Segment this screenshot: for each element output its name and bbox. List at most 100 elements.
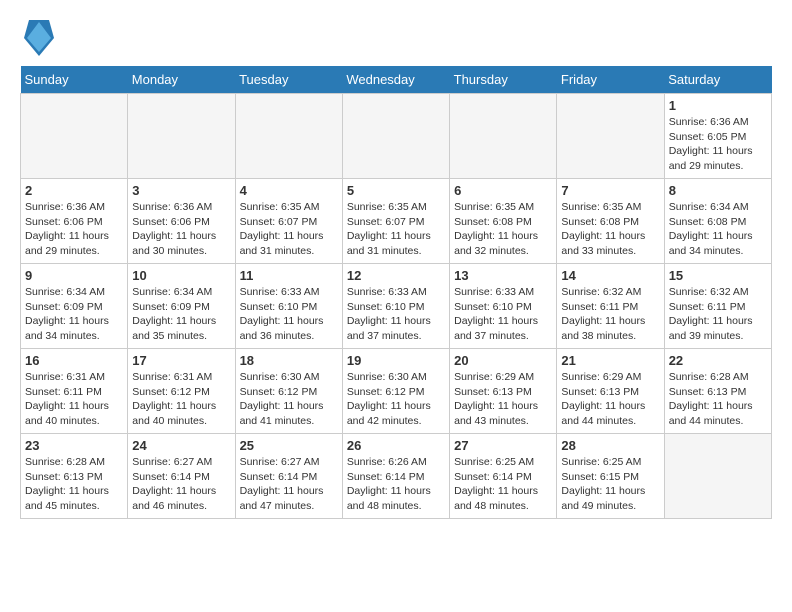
calendar-cell: 3 Sunrise: 6:36 AM Sunset: 6:06 PM Daylig…: [128, 179, 235, 264]
calendar-cell: [664, 434, 771, 519]
day-info: Sunrise: 6:28 AM Sunset: 6:13 PM Dayligh…: [25, 455, 123, 514]
day-number: 14: [561, 268, 659, 283]
day-info: Sunrise: 6:30 AM Sunset: 6:12 PM Dayligh…: [240, 370, 338, 429]
calendar-cell: 6 Sunrise: 6:35 AM Sunset: 6:08 PM Daylig…: [450, 179, 557, 264]
calendar-cell: 5 Sunrise: 6:35 AM Sunset: 6:07 PM Daylig…: [342, 179, 449, 264]
calendar-cell: 22 Sunrise: 6:28 AM Sunset: 6:13 PM Dayli…: [664, 349, 771, 434]
calendar-cell: 27 Sunrise: 6:25 AM Sunset: 6:14 PM Dayli…: [450, 434, 557, 519]
calendar-cell: 23 Sunrise: 6:28 AM Sunset: 6:13 PM Dayli…: [21, 434, 128, 519]
calendar-week-row: 9 Sunrise: 6:34 AM Sunset: 6:09 PM Daylig…: [21, 264, 772, 349]
calendar-week-row: 16 Sunrise: 6:31 AM Sunset: 6:11 PM Dayli…: [21, 349, 772, 434]
calendar-cell: 20 Sunrise: 6:29 AM Sunset: 6:13 PM Dayli…: [450, 349, 557, 434]
logo-icon: [24, 20, 54, 56]
calendar-cell: 13 Sunrise: 6:33 AM Sunset: 6:10 PM Dayli…: [450, 264, 557, 349]
calendar-cell: 25 Sunrise: 6:27 AM Sunset: 6:14 PM Dayli…: [235, 434, 342, 519]
day-number: 6: [454, 183, 552, 198]
calendar-table: SundayMondayTuesdayWednesdayThursdayFrid…: [20, 66, 772, 519]
calendar-header-row: SundayMondayTuesdayWednesdayThursdayFrid…: [21, 66, 772, 94]
calendar-week-row: 23 Sunrise: 6:28 AM Sunset: 6:13 PM Dayli…: [21, 434, 772, 519]
weekday-header-saturday: Saturday: [664, 66, 771, 94]
day-number: 5: [347, 183, 445, 198]
day-info: Sunrise: 6:35 AM Sunset: 6:07 PM Dayligh…: [347, 200, 445, 259]
calendar-cell: [557, 94, 664, 179]
day-number: 11: [240, 268, 338, 283]
weekday-header-sunday: Sunday: [21, 66, 128, 94]
day-number: 16: [25, 353, 123, 368]
day-number: 2: [25, 183, 123, 198]
calendar-cell: 24Sunrise: 6:27 AM Sunset: 6:14 PM Dayli…: [128, 434, 235, 519]
day-number: 27: [454, 438, 552, 453]
day-info: Sunrise: 6:28 AM Sunset: 6:13 PM Dayligh…: [669, 370, 767, 429]
day-info: Sunrise: 6:30 AM Sunset: 6:12 PM Dayligh…: [347, 370, 445, 429]
day-info: Sunrise: 6:27 AM Sunset: 6:14 PM Dayligh…: [240, 455, 338, 514]
day-number: 1: [669, 98, 767, 113]
day-info: Sunrise: 6:31 AM Sunset: 6:12 PM Dayligh…: [132, 370, 230, 429]
day-info: Sunrise: 6:25 AM Sunset: 6:15 PM Dayligh…: [561, 455, 659, 514]
day-number: 17: [132, 353, 230, 368]
day-number: 23: [25, 438, 123, 453]
day-info: Sunrise: 6:29 AM Sunset: 6:13 PM Dayligh…: [454, 370, 552, 429]
weekday-header-friday: Friday: [557, 66, 664, 94]
day-info: Sunrise: 6:36 AM Sunset: 6:06 PM Dayligh…: [25, 200, 123, 259]
calendar-cell: [342, 94, 449, 179]
day-info: Sunrise: 6:34 AM Sunset: 6:09 PM Dayligh…: [132, 285, 230, 344]
calendar-cell: 15 Sunrise: 6:32 AM Sunset: 6:11 PM Dayli…: [664, 264, 771, 349]
day-number: 7: [561, 183, 659, 198]
page-header: [20, 20, 772, 56]
day-number: 24: [132, 438, 230, 453]
calendar-cell: 21 Sunrise: 6:29 AM Sunset: 6:13 PM Dayli…: [557, 349, 664, 434]
calendar-cell: 11 Sunrise: 6:33 AM Sunset: 6:10 PM Dayli…: [235, 264, 342, 349]
day-info: Sunrise: 6:25 AM Sunset: 6:14 PM Dayligh…: [454, 455, 552, 514]
calendar-cell: 26 Sunrise: 6:26 AM Sunset: 6:14 PM Dayli…: [342, 434, 449, 519]
day-info: Sunrise: 6:34 AM Sunset: 6:09 PM Dayligh…: [25, 285, 123, 344]
calendar-cell: 16 Sunrise: 6:31 AM Sunset: 6:11 PM Dayli…: [21, 349, 128, 434]
day-number: 25: [240, 438, 338, 453]
day-number: 8: [669, 183, 767, 198]
calendar-cell: 28 Sunrise: 6:25 AM Sunset: 6:15 PM Dayli…: [557, 434, 664, 519]
calendar-cell: 19Sunrise: 6:30 AM Sunset: 6:12 PM Dayli…: [342, 349, 449, 434]
day-number: 22: [669, 353, 767, 368]
calendar-week-row: 2 Sunrise: 6:36 AM Sunset: 6:06 PM Daylig…: [21, 179, 772, 264]
day-number: 12: [347, 268, 445, 283]
day-number: 21: [561, 353, 659, 368]
day-info: Sunrise: 6:36 AM Sunset: 6:06 PM Dayligh…: [132, 200, 230, 259]
day-number: 9: [25, 268, 123, 283]
calendar-cell: 9 Sunrise: 6:34 AM Sunset: 6:09 PM Daylig…: [21, 264, 128, 349]
day-number: 13: [454, 268, 552, 283]
calendar-cell: 12 Sunrise: 6:33 AM Sunset: 6:10 PM Dayli…: [342, 264, 449, 349]
calendar-cell: [450, 94, 557, 179]
day-number: 26: [347, 438, 445, 453]
calendar-cell: 4 Sunrise: 6:35 AM Sunset: 6:07 PM Daylig…: [235, 179, 342, 264]
calendar-week-row: 1 Sunrise: 6:36 AM Sunset: 6:05 PM Daylig…: [21, 94, 772, 179]
day-info: Sunrise: 6:33 AM Sunset: 6:10 PM Dayligh…: [347, 285, 445, 344]
calendar-cell: [235, 94, 342, 179]
day-info: Sunrise: 6:32 AM Sunset: 6:11 PM Dayligh…: [561, 285, 659, 344]
day-info: Sunrise: 6:31 AM Sunset: 6:11 PM Dayligh…: [25, 370, 123, 429]
logo: [20, 20, 54, 56]
day-number: 4: [240, 183, 338, 198]
calendar-cell: 10Sunrise: 6:34 AM Sunset: 6:09 PM Dayli…: [128, 264, 235, 349]
calendar-cell: 1 Sunrise: 6:36 AM Sunset: 6:05 PM Daylig…: [664, 94, 771, 179]
calendar-cell: [21, 94, 128, 179]
calendar-cell: 18Sunrise: 6:30 AM Sunset: 6:12 PM Dayli…: [235, 349, 342, 434]
day-info: Sunrise: 6:33 AM Sunset: 6:10 PM Dayligh…: [454, 285, 552, 344]
weekday-header-wednesday: Wednesday: [342, 66, 449, 94]
calendar-cell: [128, 94, 235, 179]
day-info: Sunrise: 6:26 AM Sunset: 6:14 PM Dayligh…: [347, 455, 445, 514]
day-info: Sunrise: 6:35 AM Sunset: 6:07 PM Dayligh…: [240, 200, 338, 259]
weekday-header-thursday: Thursday: [450, 66, 557, 94]
day-info: Sunrise: 6:33 AM Sunset: 6:10 PM Dayligh…: [240, 285, 338, 344]
day-info: Sunrise: 6:36 AM Sunset: 6:05 PM Dayligh…: [669, 115, 767, 174]
day-info: Sunrise: 6:35 AM Sunset: 6:08 PM Dayligh…: [454, 200, 552, 259]
calendar-cell: 7Sunrise: 6:35 AM Sunset: 6:08 PM Daylig…: [557, 179, 664, 264]
day-number: 15: [669, 268, 767, 283]
day-info: Sunrise: 6:32 AM Sunset: 6:11 PM Dayligh…: [669, 285, 767, 344]
day-number: 28: [561, 438, 659, 453]
weekday-header-tuesday: Tuesday: [235, 66, 342, 94]
calendar-cell: 17 Sunrise: 6:31 AM Sunset: 6:12 PM Dayli…: [128, 349, 235, 434]
day-number: 20: [454, 353, 552, 368]
weekday-header-monday: Monday: [128, 66, 235, 94]
day-info: Sunrise: 6:29 AM Sunset: 6:13 PM Dayligh…: [561, 370, 659, 429]
calendar-cell: 14 Sunrise: 6:32 AM Sunset: 6:11 PM Dayli…: [557, 264, 664, 349]
day-number: 3: [132, 183, 230, 198]
